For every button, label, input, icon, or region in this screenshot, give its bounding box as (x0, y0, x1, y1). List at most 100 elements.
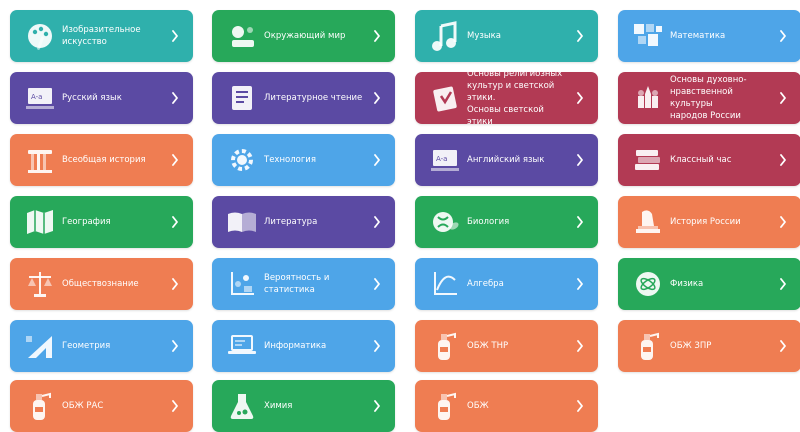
chevron-right-icon (373, 30, 381, 42)
subject-tile[interactable]: Окружающий мир (212, 10, 395, 62)
subject-tile[interactable]: Литература (212, 196, 395, 248)
subject-label: ОБЖ (467, 401, 489, 411)
scales-icon (22, 266, 58, 302)
chevron-right-icon (576, 278, 584, 290)
chevron-right-icon (373, 92, 381, 104)
subject-tile[interactable]: Математика (618, 10, 800, 62)
subject-label: Русский язык (62, 93, 122, 103)
subject-tile[interactable]: ОБЖ ТНР (415, 320, 598, 372)
subject-label: ОБЖ ТНР (467, 341, 509, 351)
subject-label: Обществознание (62, 279, 139, 289)
book-icon (224, 80, 260, 116)
subject-label: Технология (264, 155, 316, 165)
extinguisher-icon (22, 388, 58, 424)
subject-tile[interactable]: Музыка (415, 10, 598, 62)
subject-tile[interactable]: Всеобщая история (10, 134, 193, 186)
ruler-triangle-icon (22, 328, 58, 364)
subject-tile[interactable]: Вероятность и статистика (212, 258, 395, 310)
monument-icon (630, 204, 666, 240)
subject-tile[interactable]: Основы духовно- нравственной культуры на… (618, 72, 800, 124)
subject-label: География (62, 217, 111, 227)
chevron-right-icon (171, 400, 179, 412)
chevron-right-icon (373, 216, 381, 228)
chevron-right-icon (576, 30, 584, 42)
subject-label: Окружающий мир (264, 31, 346, 41)
chevron-right-icon (576, 400, 584, 412)
gear-icon (224, 142, 260, 178)
chevron-right-icon (779, 30, 787, 42)
chevron-right-icon (779, 92, 787, 104)
subject-tile[interactable]: Физика (618, 258, 800, 310)
subject-label: Алгебра (467, 279, 504, 289)
column-icon (22, 142, 58, 178)
statistics-icon (224, 266, 260, 302)
chevron-right-icon (779, 340, 787, 352)
subject-label: Литературное чтение (264, 93, 363, 103)
subject-label: Всеобщая история (62, 155, 146, 165)
chevron-right-icon (373, 154, 381, 166)
subject-label: Вероятность и статистика (264, 273, 330, 295)
chevron-right-icon (171, 154, 179, 166)
subject-tile[interactable]: История России (618, 196, 800, 248)
subject-tile[interactable]: Обществознание (10, 258, 193, 310)
chevron-right-icon (576, 92, 584, 104)
kremlin-icon (630, 80, 666, 116)
subject-tile[interactable]: A-a Русский язык (10, 72, 193, 124)
laptop-icon (224, 328, 260, 364)
subject-label: Геометрия (62, 341, 111, 351)
chevron-right-icon (373, 278, 381, 290)
subject-tile[interactable]: ОБЖ РАС (10, 380, 193, 432)
subject-tile[interactable]: Биология (415, 196, 598, 248)
music-note-icon (427, 18, 463, 54)
chevron-right-icon (779, 154, 787, 166)
subject-tile[interactable]: Химия (212, 380, 395, 432)
subject-tile[interactable]: Информатика (212, 320, 395, 372)
subject-tile[interactable]: Литературное чтение (212, 72, 395, 124)
math-icon (630, 18, 666, 54)
subject-label: Информатика (264, 341, 327, 351)
subject-tile[interactable]: ОБЖ ЗПР (618, 320, 800, 372)
subject-tile[interactable]: Основы религиозных культур и светской эт… (415, 69, 598, 127)
subject-tile[interactable]: География (10, 196, 193, 248)
subject-tile[interactable]: ОБЖ (415, 380, 598, 432)
extinguisher-icon (427, 388, 463, 424)
chevron-right-icon (171, 340, 179, 352)
subject-label: Изобразительное искусство (62, 25, 141, 47)
open-book-icon (224, 204, 260, 240)
chevron-right-icon (779, 278, 787, 290)
religion-book-icon (427, 80, 463, 116)
graph-icon (427, 266, 463, 302)
extinguisher-icon (630, 328, 666, 364)
subject-label: Английский язык (467, 155, 545, 165)
subject-label: Основы духовно- нравственной культуры на… (670, 75, 747, 121)
subject-label: Классный час (670, 155, 732, 165)
subject-label: ОБЖ РАС (62, 401, 104, 411)
subjects-grid: Изобразительное искусство Окружающий мир М… (0, 0, 800, 432)
chevron-right-icon (373, 340, 381, 352)
subject-label: Музыка (467, 31, 501, 41)
subject-tile[interactable]: Изобразительное искусство (10, 10, 193, 62)
svg-text:A-a: A-a (31, 93, 42, 101)
chevron-right-icon (576, 154, 584, 166)
books-stack-icon (630, 142, 666, 178)
subject-tile[interactable]: Алгебра (415, 258, 598, 310)
subject-tile[interactable]: Классный час (618, 134, 800, 186)
chevron-right-icon (171, 92, 179, 104)
svg-text:A-a: A-a (436, 155, 447, 163)
alphabet-board-icon: A-a (427, 142, 463, 178)
chevron-right-icon (171, 30, 179, 42)
extinguisher-icon (427, 328, 463, 364)
subject-label: История России (670, 217, 741, 227)
subject-label: Физика (670, 279, 704, 289)
subject-label: Основы религиозных культур и светской эт… (467, 69, 563, 127)
subject-label: ОБЖ ЗПР (670, 341, 712, 351)
chevron-right-icon (373, 400, 381, 412)
subject-tile[interactable]: A-a Английский язык (415, 134, 598, 186)
subject-tile[interactable]: Геометрия (10, 320, 193, 372)
dna-leaf-icon (427, 204, 463, 240)
chevron-right-icon (171, 278, 179, 290)
alphabet-board-icon: A-a (22, 80, 58, 116)
chevron-right-icon (171, 216, 179, 228)
subject-tile[interactable]: Технология (212, 134, 395, 186)
palette-icon (22, 18, 58, 54)
